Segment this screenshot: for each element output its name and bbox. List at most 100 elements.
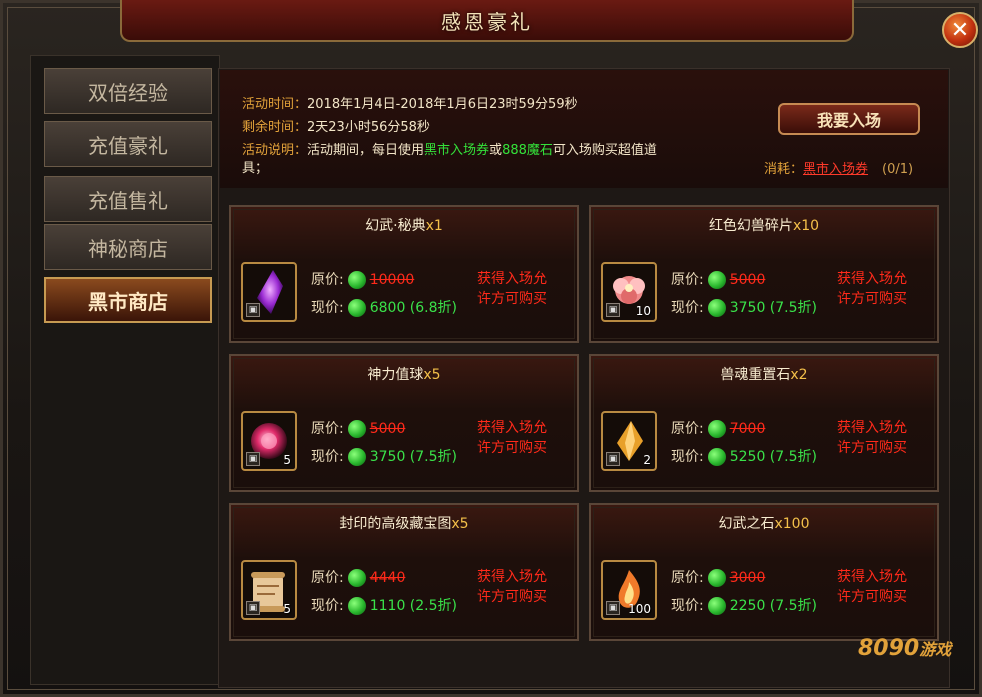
remaining-time-key: 剩余时间： [242, 120, 308, 135]
orig-label: 原价: [671, 421, 704, 437]
now-label: 现价: [311, 300, 344, 316]
remaining-time-value: 2天23小时56分58秒 [307, 120, 430, 135]
now-price-row: 现价: 1110 (2.5折) [311, 595, 457, 615]
item-name: 幻武·秘典 [365, 218, 426, 234]
event-desc-or: 或 [489, 143, 503, 158]
req-line-2: 许方可购买 [837, 440, 907, 456]
orig-label: 原价: [671, 570, 704, 586]
item-mult: x5 [451, 516, 469, 532]
now-price: 1110 (2.5折) [369, 598, 457, 614]
coin-icon [707, 299, 726, 317]
event-time-key: 活动时间： [242, 97, 308, 112]
shop-item-card: 封印的高级藏宝图x5 ▣ 5 原价: 4440 现价: 1110 (2.5折) 获得… [229, 503, 579, 641]
lock-icon: ▣ [606, 303, 620, 317]
coin-icon [347, 271, 366, 289]
sidebar-item-label: 充值售礼 [88, 188, 168, 213]
event-desc-wrap-text: 具； [242, 161, 269, 176]
now-label: 现价: [671, 449, 704, 465]
fire-stone-icon[interactable]: ▣ 100 [601, 560, 657, 620]
item-mult: x100 [774, 516, 810, 532]
orig-price-row: 原价: 5000 [671, 269, 765, 289]
event-time-value: 2018年1月4日-2018年1月6日23时59分59秒 [307, 97, 578, 112]
shop-item-card: 兽魂重置石x2 ▣ 2 原价: 7000 现价: 5250 (7.5折) 获得入场允… [589, 354, 939, 492]
now-price: 3750 (7.5折) [369, 449, 457, 465]
treasure-map-icon[interactable]: ▣ 5 [241, 560, 297, 620]
lock-icon: ▣ [246, 601, 260, 615]
cost-key: 消耗： [764, 162, 804, 177]
item-mult: x1 [425, 218, 443, 234]
orig-price: 4440 [369, 570, 406, 586]
beast-stone-icon[interactable]: ▣ 2 [601, 411, 657, 471]
item-title: 兽魂重置石x2 [591, 364, 937, 384]
coin-icon [347, 420, 366, 438]
req-line-1: 获得入场允 [477, 569, 547, 585]
now-price-row: 现价: 3750 (7.5折) [311, 446, 457, 466]
orig-label: 原价: [311, 272, 344, 288]
remaining-time-row: 剩余时间：2天23小时56分58秒 [242, 119, 430, 137]
item-mult: x10 [792, 218, 820, 234]
item-qty: 10 [635, 304, 651, 318]
orig-price-row: 原价: 10000 [311, 269, 414, 289]
orig-label: 原价: [311, 421, 344, 437]
coin-icon [707, 569, 726, 587]
req-line-1: 获得入场允 [477, 271, 547, 287]
now-price-row: 现价: 6800 (6.8折) [311, 297, 457, 317]
lock-icon: ▣ [606, 452, 620, 466]
item-title: 幻武之石x100 [591, 513, 937, 533]
requirement-text: 获得入场允许方可购买 [837, 418, 927, 458]
now-price-row: 现价: 2250 (7.5折) [671, 595, 817, 615]
sidebar-item-label: 神秘商店 [88, 236, 168, 261]
shop-item-card: 神力值球x5 ▣ 5 原价: 5000 现价: 3750 (7.5折) 获得入场允许… [229, 354, 579, 492]
item-qty: 5 [283, 453, 291, 467]
enter-button[interactable]: 我要入场 [778, 103, 920, 135]
logo-sub: 游戏 [919, 640, 952, 659]
purple-gem-icon[interactable]: ▣ [241, 262, 297, 322]
now-price: 3750 (7.5折) [729, 300, 817, 316]
item-qty: 5 [283, 602, 291, 616]
item-title: 封印的高级藏宝图x5 [231, 513, 577, 533]
shop-item-card: 幻武之石x100 ▣ 100 原价: 3000 现价: 2250 (7.5折) 获得… [589, 503, 939, 641]
orig-label: 原价: [671, 272, 704, 288]
coin-icon [347, 299, 366, 317]
power-orb-icon[interactable]: ▣ 5 [241, 411, 297, 471]
item-title: 神力值球x5 [231, 364, 577, 384]
item-name: 神力值球 [367, 367, 424, 383]
orig-price-row: 原价: 4440 [311, 567, 405, 587]
lock-icon: ▣ [246, 303, 260, 317]
item-qty: 100 [628, 602, 651, 616]
sidebar-item-label: 充值豪礼 [88, 133, 168, 158]
now-price: 2250 (7.5折) [729, 598, 817, 614]
now-label: 现价: [671, 598, 704, 614]
orig-price: 3000 [729, 570, 766, 586]
req-line-1: 获得入场允 [837, 420, 907, 436]
item-name: 幻武之石 [718, 516, 775, 532]
now-price-row: 现价: 3750 (7.5折) [671, 297, 817, 317]
event-desc-text: 活动期间，每日使用 [307, 143, 425, 158]
close-icon: ✕ [950, 17, 970, 43]
coin-icon [707, 597, 726, 615]
flower-icon[interactable]: ▣ 10 [601, 262, 657, 322]
req-line-1: 获得入场允 [837, 271, 907, 287]
lock-icon: ▣ [246, 452, 260, 466]
sidebar-item-recharge-gift[interactable]: 充值豪礼 [44, 121, 212, 167]
req-line-2: 许方可购买 [837, 589, 907, 605]
sidebar-item-double-exp[interactable]: 双倍经验 [44, 68, 212, 114]
orig-price-row: 原价: 3000 [671, 567, 765, 587]
event-time-row: 活动时间：2018年1月4日-2018年1月6日23时59分59秒 [242, 96, 578, 114]
sidebar-item-black-market[interactable]: 黑市商店 [44, 277, 212, 323]
sidebar-item-label: 黑市商店 [88, 289, 168, 314]
title-bar: 感恩豪礼 [120, 0, 854, 42]
cost-ticket-link[interactable]: 黑市入场券 [803, 162, 868, 177]
cost-count: (0/1) [882, 162, 914, 177]
item-name: 兽魂重置石 [720, 367, 791, 383]
coin-icon [347, 569, 366, 587]
close-button[interactable]: ✕ [942, 12, 978, 48]
sidebar-item-mystery-shop[interactable]: 神秘商店 [44, 224, 212, 270]
orig-price: 10000 [369, 272, 415, 288]
coin-icon [707, 271, 726, 289]
orig-price: 7000 [729, 421, 766, 437]
sidebar-item-recharge-sale[interactable]: 充值售礼 [44, 176, 212, 222]
event-desc-ticket: 黑市入场券 [424, 143, 490, 158]
item-title: 红色幻兽碎片x10 [591, 215, 937, 235]
req-line-1: 获得入场允 [477, 420, 547, 436]
